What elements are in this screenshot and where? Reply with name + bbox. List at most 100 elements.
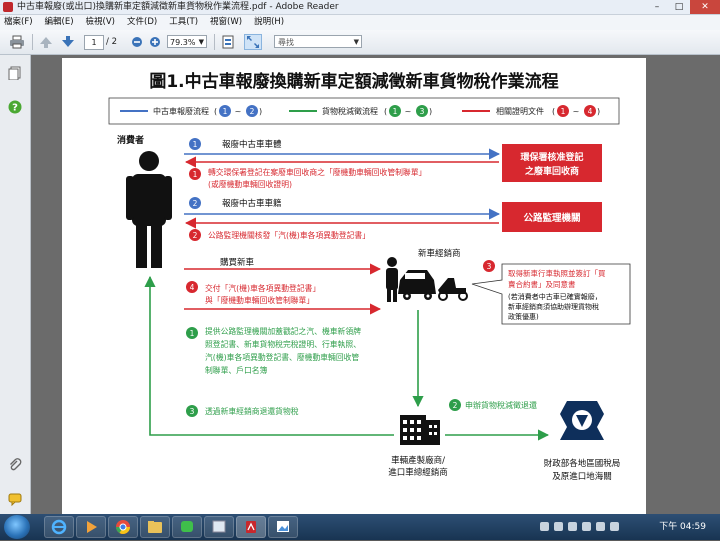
taskbar-clock[interactable]: 下午 04:59 (659, 514, 706, 540)
fit-page-icon (222, 35, 234, 49)
epa-box-line1: 環保署核准登記 (520, 151, 583, 163)
step-number: 1 (190, 329, 195, 338)
step-blue1-text: 報廢中古車車體 (222, 139, 282, 150)
legend-label: 相關證明文件 (496, 106, 544, 116)
step-blue2-text: 報廢中古車車籍 (222, 198, 282, 209)
consumer-label: 消費者 (117, 134, 144, 146)
menu-edit[interactable]: 編輯(E) (45, 15, 74, 30)
maker-label-line1: 車輛產製廠商/ (391, 455, 445, 466)
menu-view[interactable]: 檢視(V) (86, 15, 115, 30)
svg-text:(: ( (384, 107, 387, 116)
taskbar-line-button[interactable] (172, 516, 202, 538)
menu-window[interactable]: 視窗(W) (210, 15, 242, 30)
pages-icon (8, 66, 21, 81)
step-green1-line4: 制聯單、戶口名簿 (205, 365, 268, 375)
menu-help[interactable]: 說明(H) (254, 15, 284, 30)
step-green2-text: 申辦貨物稅減徵退還 (465, 400, 537, 410)
adobe-reader-icon (3, 2, 13, 12)
zoom-level-select[interactable]: 79.3% ▼ (167, 35, 207, 48)
next-page-button[interactable] (60, 34, 76, 50)
taskbar-app-button[interactable] (204, 516, 234, 538)
battery-icon[interactable] (610, 522, 619, 531)
step-green1-line2: 照登記書、新車貨物稅完稅證明、行車執照、 (205, 339, 361, 349)
step-number: 2 (193, 199, 198, 208)
taskbar-ie-button[interactable] (44, 516, 74, 538)
dmv-box-label: 公路監理機關 (523, 212, 580, 224)
svg-text:(: ( (552, 107, 555, 116)
adobe-reader-icon (246, 521, 256, 533)
zoom-out-button[interactable] (130, 34, 144, 50)
menu-tools[interactable]: 工具(T) (169, 15, 198, 30)
zoom-in-icon (150, 37, 160, 47)
search-input[interactable]: 尋找 ▼ (274, 35, 362, 48)
zoom-in-button[interactable] (148, 34, 162, 50)
paperclip-icon (10, 458, 22, 471)
taskbar-media-button[interactable] (76, 516, 106, 538)
buy-new-car-text: 購買新車 (220, 257, 255, 268)
legend-sep: ~ (573, 107, 580, 116)
person-icon (126, 151, 172, 268)
tray-icon[interactable] (568, 522, 577, 531)
folder-icon (148, 521, 162, 533)
tray-icon[interactable] (540, 522, 549, 531)
page-number-input[interactable]: 1 (84, 35, 104, 50)
page-count: / 2 (106, 37, 117, 47)
start-button[interactable] (4, 515, 30, 539)
legend-num: 3 (420, 107, 425, 116)
step-number: 3 (190, 407, 195, 416)
image-icon (277, 521, 289, 532)
legend-num: 4 (588, 107, 593, 116)
tray-icon[interactable] (554, 522, 563, 531)
taskbar: 下午 04:59 (0, 514, 720, 540)
chat-icon (181, 521, 193, 532)
attachments-button[interactable] (8, 457, 22, 471)
chevron-down-icon: ▼ (198, 38, 204, 46)
dealer-icon (386, 257, 468, 302)
maximize-button[interactable]: □ (668, 0, 690, 14)
step-number: 1 (193, 140, 198, 149)
legend-sep: ~ (405, 107, 412, 116)
tax-office-line2: 及原進口地海關 (552, 471, 612, 482)
print-button[interactable] (8, 34, 26, 50)
taskbar-chrome-button[interactable] (108, 516, 138, 538)
taskbar-adobe-reader-button[interactable] (236, 516, 266, 538)
chrome-icon (116, 520, 130, 534)
previous-page-button[interactable] (38, 34, 54, 50)
factory-icon (400, 415, 440, 445)
media-player-icon (87, 521, 97, 533)
taskbar-explorer-button[interactable] (140, 516, 170, 538)
dealer-label: 新車經銷商 (418, 248, 461, 259)
toolbar: 1 / 2 79.3% ▼ 尋找 ▼ (0, 30, 720, 55)
question-icon: ? (8, 100, 22, 114)
network-icon[interactable] (582, 522, 591, 531)
fit-width-button[interactable] (244, 34, 262, 50)
flowchart-diagram: 圖1.中古車報廢換購新車定額減徵新車貨物稅作業流程 中古車報廢流程 ( 1 ~ … (108, 71, 631, 482)
menu-bar: 檔案(F) 編輯(E) 檢視(V) 文件(D) 工具(T) 視窗(W) 說明(H… (0, 15, 720, 30)
ministry-of-finance-logo (560, 401, 604, 440)
taskbar-photos-button[interactable] (268, 516, 298, 538)
pages-panel-button[interactable] (8, 65, 22, 81)
menu-document[interactable]: 文件(D) (127, 15, 157, 30)
internet-explorer-icon (51, 519, 67, 535)
comments-button[interactable] (8, 491, 22, 507)
navigation-pane: ? (0, 55, 31, 514)
maker-label-line2: 進口車總經銷商 (388, 467, 448, 478)
step-red3-note3: 政策優惠) (508, 312, 539, 321)
minimize-button[interactable]: – (646, 0, 668, 14)
menu-file[interactable]: 檔案(F) (4, 15, 33, 30)
step-number: 1 (193, 170, 198, 179)
legend-num: 1 (223, 107, 228, 116)
legend-num: 2 (250, 107, 255, 116)
svg-text:): ) (429, 107, 432, 116)
svg-text:?: ? (12, 103, 18, 114)
help-button[interactable]: ? (8, 99, 22, 114)
diagram-title: 圖1.中古車報廢換購新車定額減徵新車貨物稅作業流程 (149, 71, 558, 92)
arrow-down-icon (62, 36, 74, 47)
volume-icon[interactable] (596, 522, 605, 531)
window-controls: – □ ✕ (646, 0, 720, 14)
fit-page-button[interactable] (220, 34, 236, 50)
step-red1-line1: 轉交環保署登記在案廢車回收商之「廢機動車輛回收管制聯單」 (208, 167, 426, 177)
close-button[interactable]: ✕ (690, 0, 720, 14)
svg-text:): ) (259, 107, 262, 116)
legend-num: 1 (393, 107, 398, 116)
